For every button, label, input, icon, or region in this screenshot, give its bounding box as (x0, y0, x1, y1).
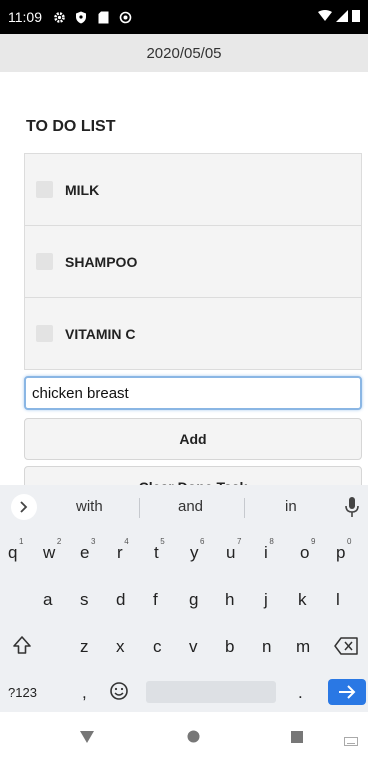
status-time: 11:09 (8, 9, 42, 25)
key-v[interactable]: v (189, 637, 198, 657)
sync-icon (118, 10, 132, 24)
list-title: TO DO LIST (26, 118, 116, 135)
suggestion-divider (244, 498, 245, 518)
suggestion-word[interactable]: and (178, 498, 203, 515)
keyboard-switch-icon[interactable] (344, 733, 358, 751)
todo-item[interactable]: MILK (25, 154, 361, 226)
signal-icon (336, 9, 348, 25)
new-task-input[interactable] (24, 376, 362, 410)
todo-label: MILK (65, 181, 100, 198)
date-label: 2020/05/05 (146, 44, 222, 62)
status-bar: 11:09 (0, 0, 368, 34)
key-f[interactable]: f (153, 590, 158, 610)
key-d[interactable]: d (116, 590, 125, 610)
key-e[interactable]: e3 (80, 537, 95, 563)
key-k[interactable]: k (298, 590, 307, 610)
recents-square-icon[interactable] (291, 730, 303, 748)
key-o[interactable]: o9 (300, 537, 315, 563)
battery-icon (352, 9, 360, 25)
chevron-right-icon[interactable] (11, 494, 37, 520)
key-h[interactable]: h (225, 590, 234, 610)
key-c[interactable]: c (153, 637, 162, 657)
key-z[interactable]: z (80, 637, 89, 657)
key-s[interactable]: s (80, 590, 89, 610)
todo-checkbox[interactable] (36, 253, 53, 270)
key-n[interactable]: n (262, 637, 271, 657)
key-i[interactable]: i8 (264, 537, 274, 563)
key-g[interactable]: g (189, 590, 198, 610)
microphone-icon[interactable] (344, 496, 360, 518)
wifi-icon (318, 9, 332, 25)
emoji-icon[interactable] (109, 681, 129, 706)
suggestion-divider (139, 498, 140, 518)
comma-key[interactable]: , (82, 683, 87, 703)
sd-card-icon (96, 10, 110, 24)
key-a[interactable]: a (43, 590, 52, 610)
suggestion-strip: with and in (0, 485, 368, 529)
key-y[interactable]: y6 (190, 537, 205, 563)
shift-icon[interactable] (12, 635, 32, 660)
backspace-icon[interactable] (334, 637, 358, 660)
navigation-bar (0, 712, 368, 760)
screen: 11:09 2020/05/05 TO DO LIST MILK SHAMPOO… (0, 0, 368, 760)
soft-keyboard: with and in q1 w2 e3 r4 t5 y6 u7 i8 o9 p… (0, 485, 368, 712)
suggestion-word[interactable]: in (285, 498, 297, 515)
todo-checkbox[interactable] (36, 325, 53, 342)
key-r[interactable]: r4 (117, 537, 129, 563)
key-j[interactable]: j (264, 590, 268, 610)
todo-label: VITAMIN C (65, 325, 136, 342)
key-b[interactable]: b (225, 637, 234, 657)
shield-icon (74, 10, 88, 24)
space-bar[interactable] (146, 681, 276, 703)
enter-arrow-icon[interactable] (328, 679, 366, 705)
back-triangle-icon[interactable] (80, 730, 94, 748)
key-t[interactable]: t5 (154, 537, 165, 563)
suggestion-word[interactable]: with (76, 498, 103, 515)
period-key[interactable]: . (298, 683, 303, 703)
add-button[interactable]: Add (24, 418, 362, 460)
todo-checkbox[interactable] (36, 181, 53, 198)
todo-item[interactable]: VITAMIN C (25, 298, 361, 370)
todo-list: MILK SHAMPOO VITAMIN C (24, 153, 362, 370)
key-x[interactable]: x (116, 637, 125, 657)
settings-icon (52, 10, 66, 24)
key-p[interactable]: p0 (336, 537, 351, 563)
todo-label: SHAMPOO (65, 253, 138, 270)
home-circle-icon[interactable] (187, 730, 200, 748)
todo-item[interactable]: SHAMPOO (25, 226, 361, 298)
date-header: 2020/05/05 (0, 34, 368, 72)
key-l[interactable]: l (336, 590, 340, 610)
symbols-key[interactable]: ?123 (8, 685, 37, 700)
key-u[interactable]: u7 (226, 537, 241, 563)
status-right (318, 9, 360, 25)
key-m[interactable]: m (296, 637, 310, 657)
key-w[interactable]: w2 (43, 537, 61, 563)
key-q[interactable]: q1 (8, 537, 23, 563)
